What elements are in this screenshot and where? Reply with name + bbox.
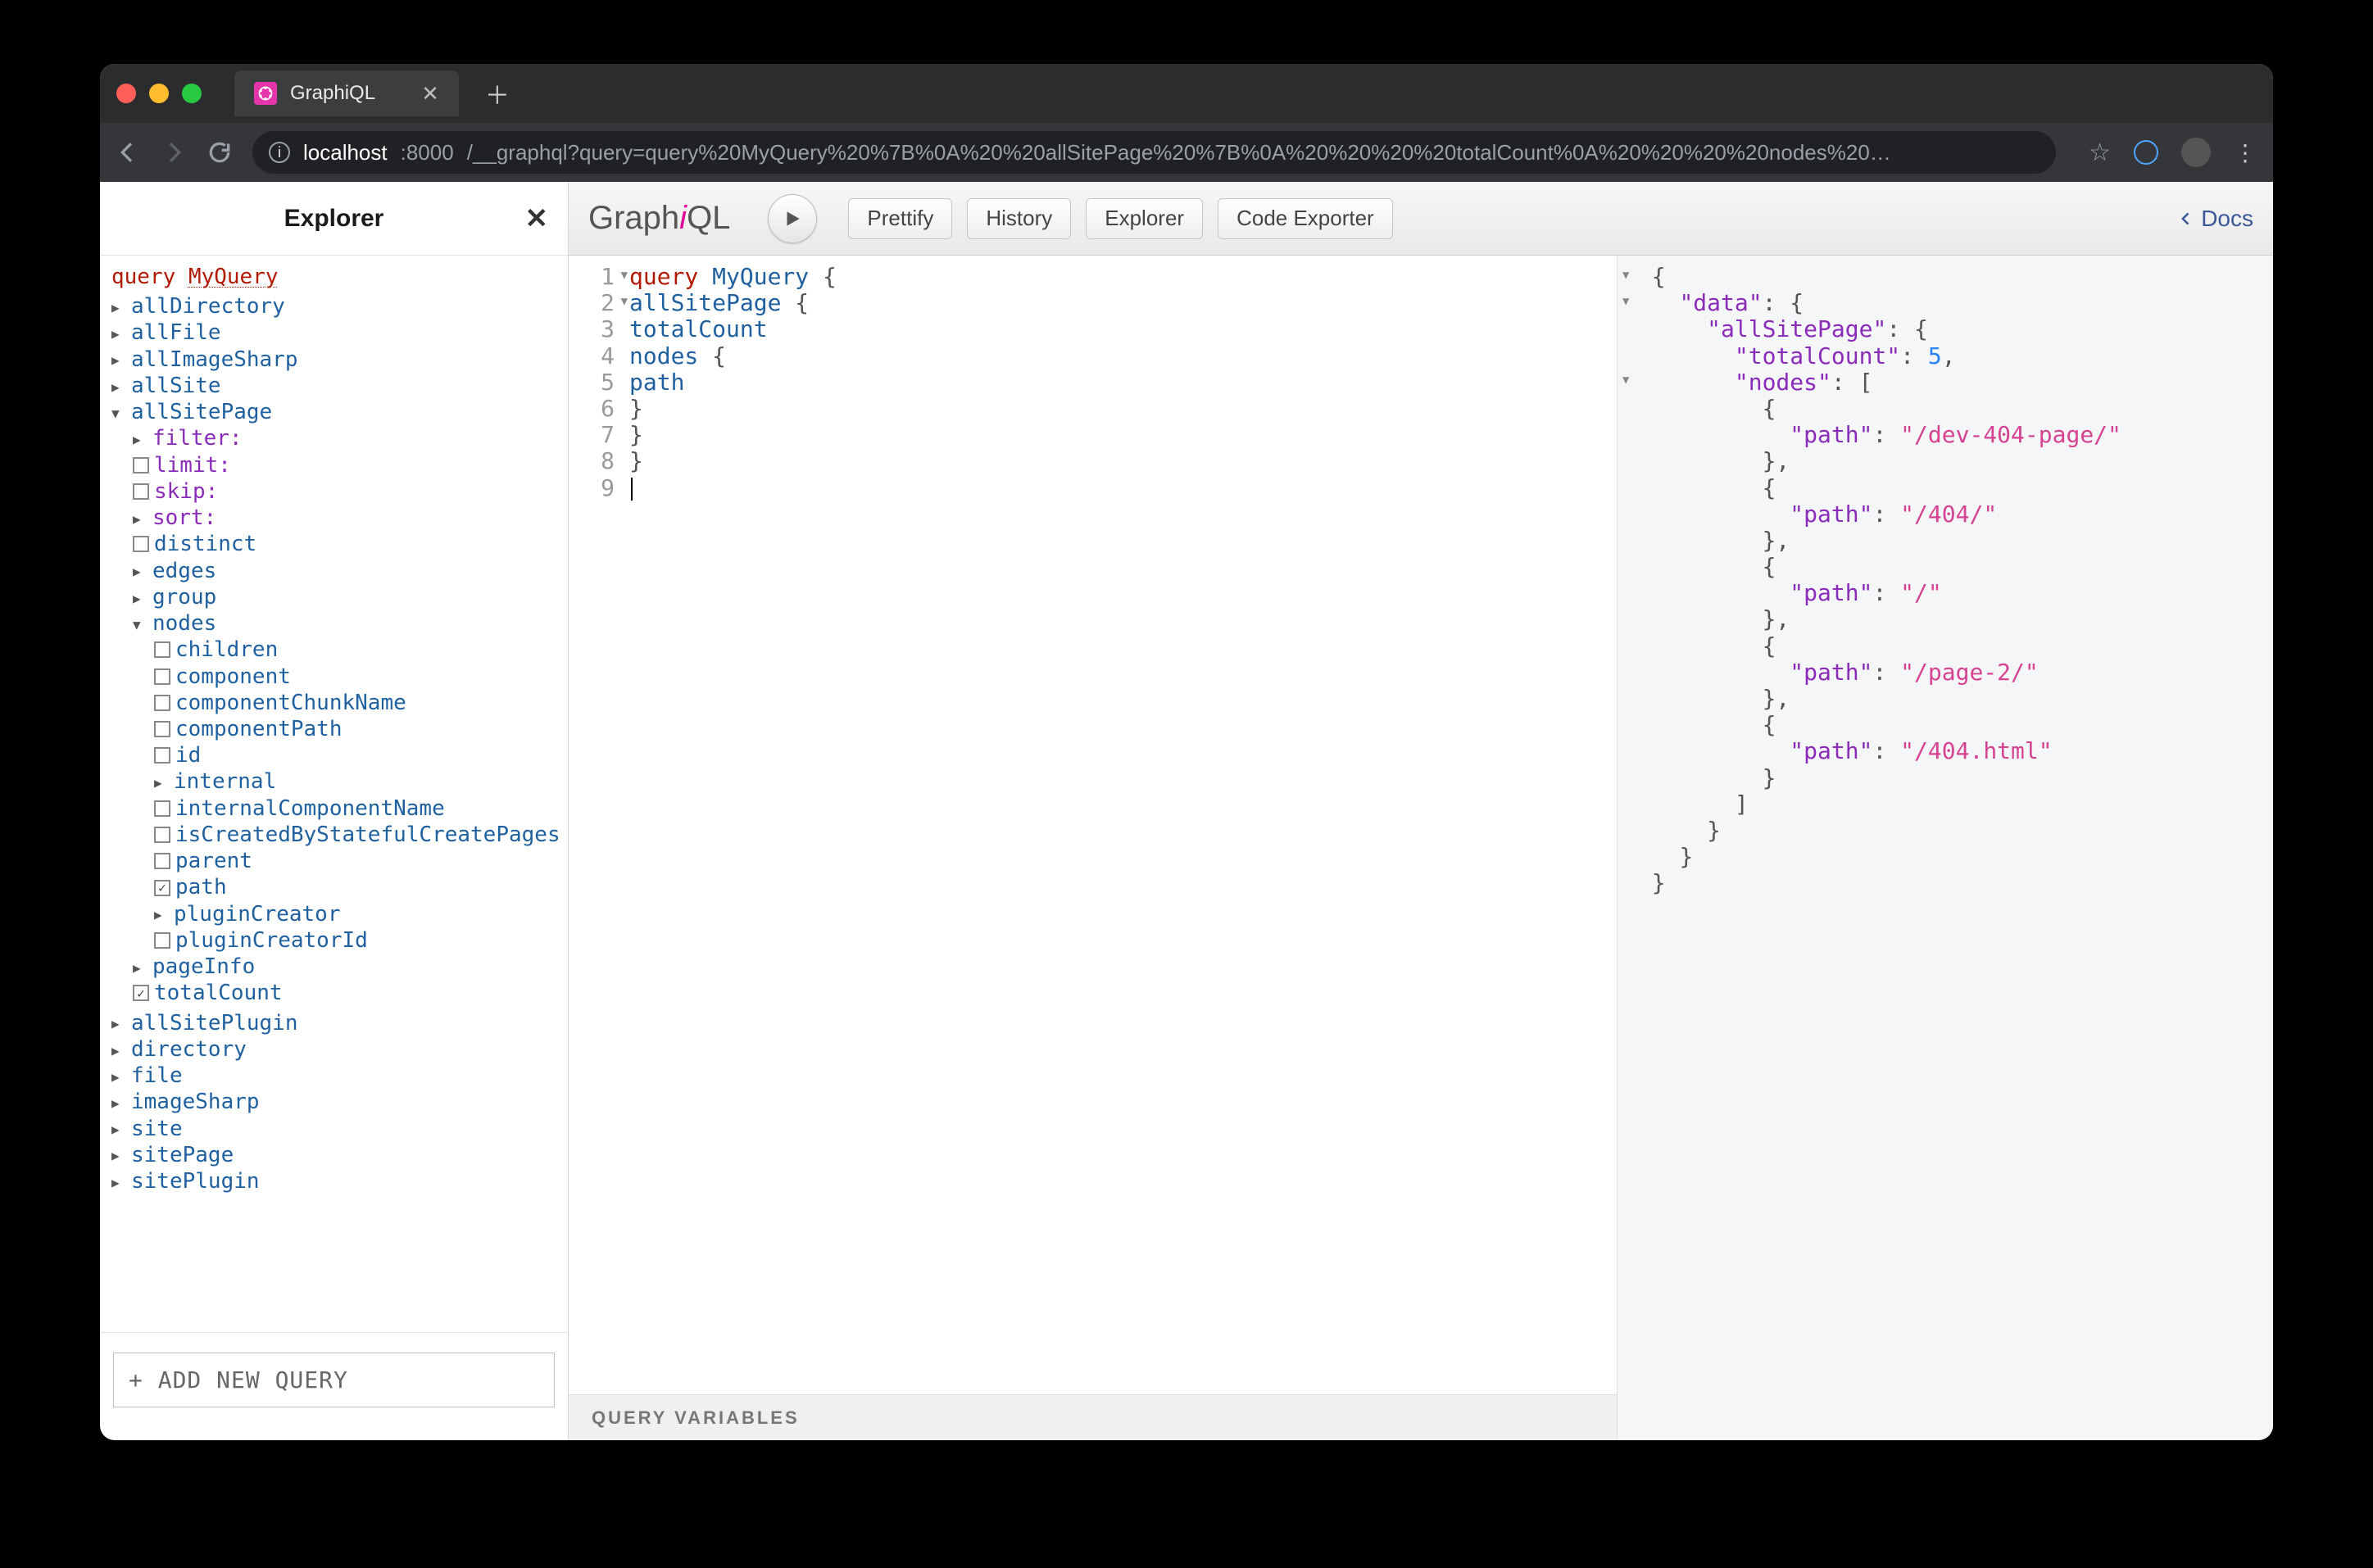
tree-allImageSharp[interactable]: allImageSharp	[107, 347, 565, 373]
url-host: localhost	[303, 140, 388, 165]
tree-imageSharp[interactable]: imageSharp	[107, 1089, 565, 1115]
graphiql-main: GraphiQL Prettify History Explorer Code …	[569, 182, 2273, 1440]
explorer-close-icon[interactable]: ✕	[525, 202, 549, 235]
tree-field-edges[interactable]: edges	[107, 558, 565, 584]
browser-tabbar: GraphiQL ✕ ＋	[100, 64, 2273, 123]
tree-field-group[interactable]: group	[107, 584, 565, 610]
docs-button[interactable]: Docs	[2178, 206, 2253, 232]
star-icon[interactable]: ☆	[2089, 138, 2111, 167]
graphiql-logo: GraphiQL	[588, 200, 730, 237]
tree-node-componentChunkName[interactable]: componentChunkName	[107, 690, 565, 716]
forward-icon[interactable]	[161, 139, 187, 165]
browser-actions: ☆ ⋮	[2089, 138, 2258, 167]
tree-sitePlugin[interactable]: sitePlugin	[107, 1168, 565, 1194]
minimize-window-icon[interactable]	[149, 84, 169, 103]
tree-arg-filter[interactable]: filter:	[107, 425, 565, 451]
code-exporter-button[interactable]: Code Exporter	[1218, 198, 1393, 239]
url-path: /__graphql?query=query%20MyQuery%20%7B%0…	[467, 140, 1891, 165]
tree-node-id[interactable]: id	[107, 742, 565, 768]
tree-allSitePlugin[interactable]: allSitePlugin	[107, 1010, 565, 1036]
browser-tab[interactable]: GraphiQL ✕	[234, 70, 459, 116]
tree-field-nodes[interactable]: nodes	[107, 610, 565, 637]
tree-field-pageInfo[interactable]: pageInfo	[107, 954, 565, 980]
history-button[interactable]: History	[967, 198, 1071, 239]
explorer-tree[interactable]: query MyQuery allDirectoryallFileallImag…	[100, 256, 568, 1332]
explorer-query-header[interactable]: query MyQuery	[107, 264, 565, 290]
tree-node-parent[interactable]: parent	[107, 848, 565, 874]
graphiql-app: Explorer ✕ query MyQuery allDirectoryall…	[100, 182, 2273, 1440]
tree-arg-sort[interactable]: sort:	[107, 505, 565, 531]
tree-allDirectory[interactable]: allDirectory	[107, 293, 565, 319]
extension-icon[interactable]	[2134, 140, 2158, 165]
tree-field-totalCount[interactable]: totalCount	[107, 980, 565, 1006]
add-new-query-button[interactable]: + ADD NEW QUERY	[113, 1353, 555, 1407]
tree-field-distinct[interactable]: distinct	[107, 531, 565, 557]
explorer-footer: + ADD NEW QUERY	[100, 1332, 568, 1440]
query-editor-pane: 1▼2▼3456789 query MyQuery { allSitePage …	[569, 256, 1618, 1440]
maximize-window-icon[interactable]	[182, 84, 202, 103]
query-variables-bar[interactable]: QUERY VARIABLES	[569, 1394, 1617, 1440]
graphql-favicon-icon	[254, 82, 277, 105]
execute-button[interactable]	[768, 194, 817, 243]
tree-node-internal[interactable]: internal	[107, 768, 565, 795]
graphiql-panes: 1▼2▼3456789 query MyQuery { allSitePage …	[569, 256, 2273, 1440]
tab-title: GraphiQL	[290, 82, 375, 105]
explorer-header: Explorer ✕	[100, 182, 568, 256]
tree-node-path[interactable]: path	[107, 874, 565, 900]
explorer-panel: Explorer ✕ query MyQuery allDirectoryall…	[100, 182, 569, 1440]
tree-arg-limit[interactable]: limit:	[107, 452, 565, 478]
tree-file[interactable]: file	[107, 1063, 565, 1089]
tree-site[interactable]: site	[107, 1116, 565, 1142]
url-input[interactable]: i localhost :8000 /__graphql?query=query%2…	[252, 131, 2056, 174]
graphiql-toolbar: GraphiQL Prettify History Explorer Code …	[569, 182, 2273, 256]
profile-avatar-icon[interactable]	[2181, 138, 2211, 167]
tree-directory[interactable]: directory	[107, 1036, 565, 1063]
reload-icon[interactable]	[206, 139, 233, 165]
window-controls	[116, 84, 202, 103]
tree-allFile[interactable]: allFile	[107, 319, 565, 346]
url-port: :8000	[401, 140, 454, 165]
browser-addressbar: i localhost :8000 /__graphql?query=query%2…	[100, 123, 2273, 182]
explorer-button[interactable]: Explorer	[1086, 198, 1203, 239]
query-editor[interactable]: 1▼2▼3456789 query MyQuery { allSitePage …	[569, 256, 1617, 1394]
tree-node-children[interactable]: children	[107, 637, 565, 663]
tree-node-component[interactable]: component	[107, 664, 565, 690]
prettify-button[interactable]: Prettify	[848, 198, 952, 239]
back-icon[interactable]	[115, 139, 141, 165]
info-icon: i	[269, 142, 290, 163]
tree-node-pluginCreator[interactable]: pluginCreator	[107, 901, 565, 927]
tab-close-icon[interactable]: ✕	[421, 81, 439, 106]
result-pane[interactable]: ▼ {▼ "data": { "allSitePage": { "totalCo…	[1618, 256, 2273, 1440]
browser-menu-icon[interactable]: ⋮	[2234, 139, 2258, 166]
new-tab-icon[interactable]: ＋	[485, 75, 510, 111]
tree-sitePage[interactable]: sitePage	[107, 1142, 565, 1168]
tree-node-pluginCreatorId[interactable]: pluginCreatorId	[107, 927, 565, 954]
browser-window: GraphiQL ✕ ＋ i localhost :8000 /__graphql?…	[100, 64, 2273, 1440]
tree-node-isCreatedByStatefulCreatePages[interactable]: isCreatedByStatefulCreatePages	[107, 822, 565, 848]
explorer-title: Explorer	[284, 205, 384, 233]
tree-node-internalComponentName[interactable]: internalComponentName	[107, 795, 565, 822]
close-window-icon[interactable]	[116, 84, 136, 103]
tree-allSitePage[interactable]: allSitePage	[107, 399, 565, 425]
tree-arg-skip[interactable]: skip:	[107, 478, 565, 505]
tree-allSite[interactable]: allSite	[107, 373, 565, 399]
tree-node-componentPath[interactable]: componentPath	[107, 716, 565, 742]
